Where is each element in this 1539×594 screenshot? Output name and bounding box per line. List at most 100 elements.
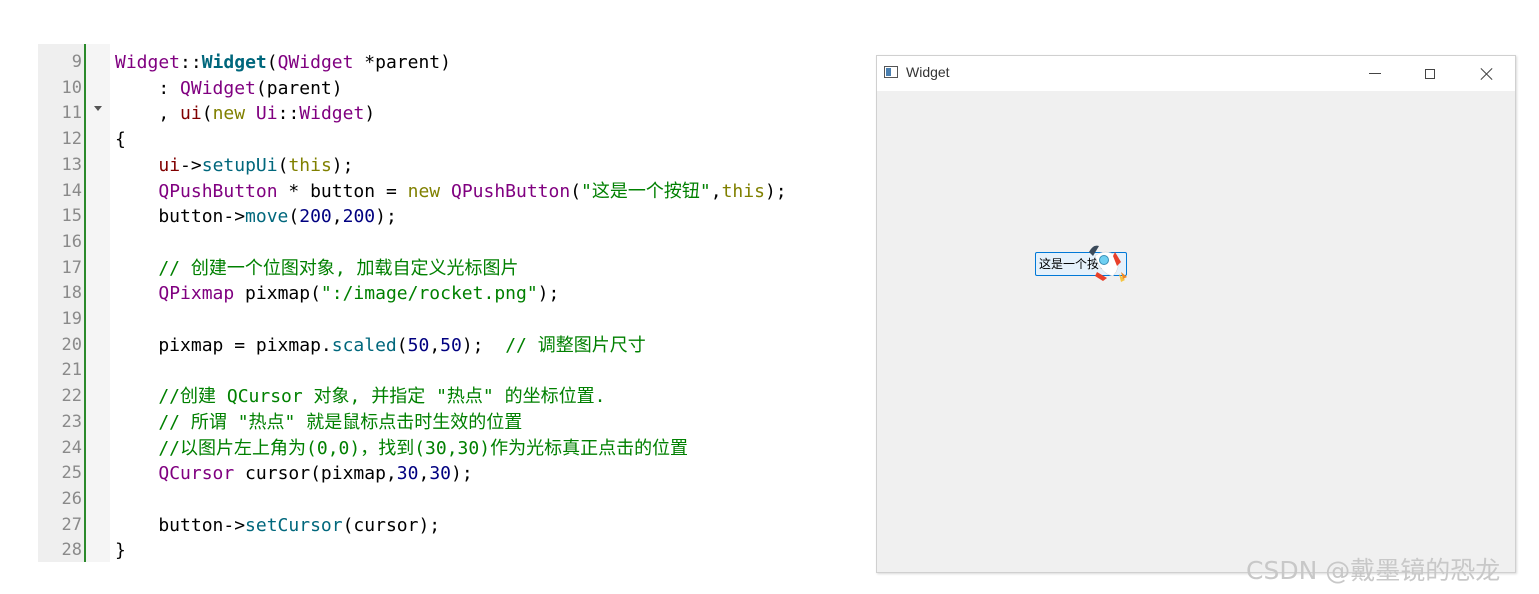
code-token: //以图片左上角为(0,0)，找到(30,30)作为光标真正点击的位置 <box>115 437 689 459</box>
code-token: ui <box>180 103 202 125</box>
code-token: ( <box>396 334 408 356</box>
line-number: 24 <box>61 437 82 458</box>
code-line[interactable]: 16 <box>38 230 838 255</box>
code-token: 50 <box>407 334 430 356</box>
code-token: // 创建一个位图对象, 加载自定义光标图片 <box>115 257 519 279</box>
code-token: //创建 QCursor 对象, 并指定 "热点" 的坐标位置. <box>115 386 606 408</box>
code-line[interactable]: 26 <box>38 487 838 512</box>
code-token: pixmap = pixmap. <box>115 334 332 356</box>
code-token: ); <box>461 334 506 356</box>
code-token: // 所谓 "热点" 就是鼠标点击时生效的位置 <box>115 411 523 433</box>
code-token: :: <box>277 103 300 125</box>
line-number: 17 <box>61 257 82 278</box>
code-token: -> <box>180 154 202 176</box>
code-line[interactable]: 15 button->move(200,200); <box>38 204 838 229</box>
code-token: move <box>245 206 289 228</box>
code-token: new <box>407 180 441 202</box>
code-token: this <box>288 154 332 176</box>
line-number: 21 <box>61 360 82 381</box>
code-token: (parent) <box>255 77 343 99</box>
code-token: Widget <box>115 52 181 73</box>
code-token: , <box>429 334 441 356</box>
code-text: } <box>115 538 126 563</box>
code-token: , <box>331 206 343 228</box>
code-token: ( <box>266 52 278 73</box>
line-number: 23 <box>61 411 82 432</box>
code-token: Ui <box>255 103 278 125</box>
code-token: ui <box>158 154 181 176</box>
code-text: QCursor cursor(pixmap,30,30); <box>115 461 472 486</box>
code-token: { <box>115 129 126 151</box>
code-line[interactable]: 19 <box>38 307 838 332</box>
code-token: QWidget <box>180 77 256 99</box>
code-token: :: <box>180 52 202 73</box>
code-line[interactable]: 9 Widget::Widget(QWidget *parent) <box>38 50 838 75</box>
code-token: this <box>721 180 765 202</box>
code-line[interactable]: 27 button->setCursor(cursor); <box>38 513 838 538</box>
code-token: , <box>418 463 430 485</box>
code-line[interactable]: 21 <box>38 358 838 383</box>
code-token: 200 <box>342 206 376 228</box>
code-token: // 调整图片尺寸 <box>505 334 646 356</box>
line-number: 10 <box>61 77 82 98</box>
code-token: ); <box>375 206 397 228</box>
close-button[interactable] <box>1464 56 1510 91</box>
code-token: QPushButton <box>158 180 278 202</box>
code-editor[interactable]: 9 Widget::Widget(QWidget *parent) 10 : QWi… <box>38 44 838 562</box>
code-token: QWidget <box>277 52 354 73</box>
app-window-icon <box>884 66 898 78</box>
line-number: 12 <box>61 129 82 150</box>
watermark: CSDN @戴墨镜的恐龙 <box>1246 556 1501 585</box>
code-token: ); <box>537 283 560 305</box>
code-token: ) <box>364 103 376 125</box>
code-line[interactable]: 14 QPushButton * button = new QPushButto… <box>38 179 838 204</box>
code-line[interactable]: 20 pixmap = pixmap.scaled(50,50); // 调整图… <box>38 333 838 358</box>
line-number: 22 <box>61 386 82 407</box>
code-token: ( <box>570 180 582 202</box>
code-line[interactable]: 23 // 所谓 "热点" 就是鼠标点击时生效的位置 <box>38 410 838 435</box>
code-token: 30 <box>396 463 419 485</box>
code-line[interactable]: 11 , ui(new Ui::Widget) <box>38 101 838 126</box>
code-token: Widget <box>299 103 365 125</box>
code-line[interactable]: 25 QCursor cursor(pixmap,30,30); <box>38 461 838 486</box>
code-token: , <box>710 180 722 202</box>
code-text: //以图片左上角为(0,0)，找到(30,30)作为光标真正点击的位置 <box>115 436 688 461</box>
code-text: ui->setupUi(this); <box>115 153 353 178</box>
code-line[interactable]: 28} <box>38 538 838 563</box>
code-token: 50 <box>440 334 462 356</box>
code-text: : QWidget(parent) <box>115 76 343 101</box>
code-line[interactable]: 22 //创建 QCursor 对象, 并指定 "热点" 的坐标位置. <box>38 384 838 409</box>
minimize-button[interactable] <box>1352 56 1398 91</box>
code-token: *parent) <box>353 52 451 73</box>
code-line[interactable]: 24 //以图片左上角为(0,0)，找到(30,30)作为光标真正点击的位置 <box>38 436 838 461</box>
code-line[interactable]: 17 // 创建一个位图对象, 加载自定义光标图片 <box>38 256 838 281</box>
code-line[interactable]: 10 : QWidget(parent) <box>38 76 838 101</box>
maximize-button[interactable] <box>1407 56 1453 91</box>
code-text: button->move(200,200); <box>115 204 397 229</box>
line-number: 13 <box>61 154 82 175</box>
app-window: Widget 这是一个按钮 <box>876 55 1516 573</box>
code-line[interactable]: 12 { <box>38 127 838 152</box>
code-line[interactable]: 18 QPixmap pixmap(":/image/rocket.png"); <box>38 281 838 306</box>
line-number: 15 <box>61 206 82 227</box>
code-token: ); <box>764 180 787 202</box>
code-text: Widget::Widget(QWidget *parent) <box>115 50 451 75</box>
code-token: * button = <box>277 180 408 202</box>
code-text: pixmap = pixmap.scaled(50,50); // 调整图片尺寸 <box>115 333 646 358</box>
code-token: ":/image/rocket.png" <box>320 283 538 305</box>
line-number: 25 <box>61 463 82 484</box>
code-token: cursor(pixmap, <box>234 463 397 485</box>
code-token: 200 <box>299 206 332 228</box>
maximize-icon <box>1425 68 1435 79</box>
line-number: 28 <box>61 540 82 561</box>
code-token: ); <box>331 154 354 176</box>
close-icon <box>1480 67 1494 81</box>
code-line[interactable]: 13 ui->setupUi(this); <box>38 153 838 178</box>
code-token: Widget <box>201 52 267 73</box>
line-number: 14 <box>61 180 82 201</box>
title-bar[interactable]: Widget <box>877 56 1515 91</box>
